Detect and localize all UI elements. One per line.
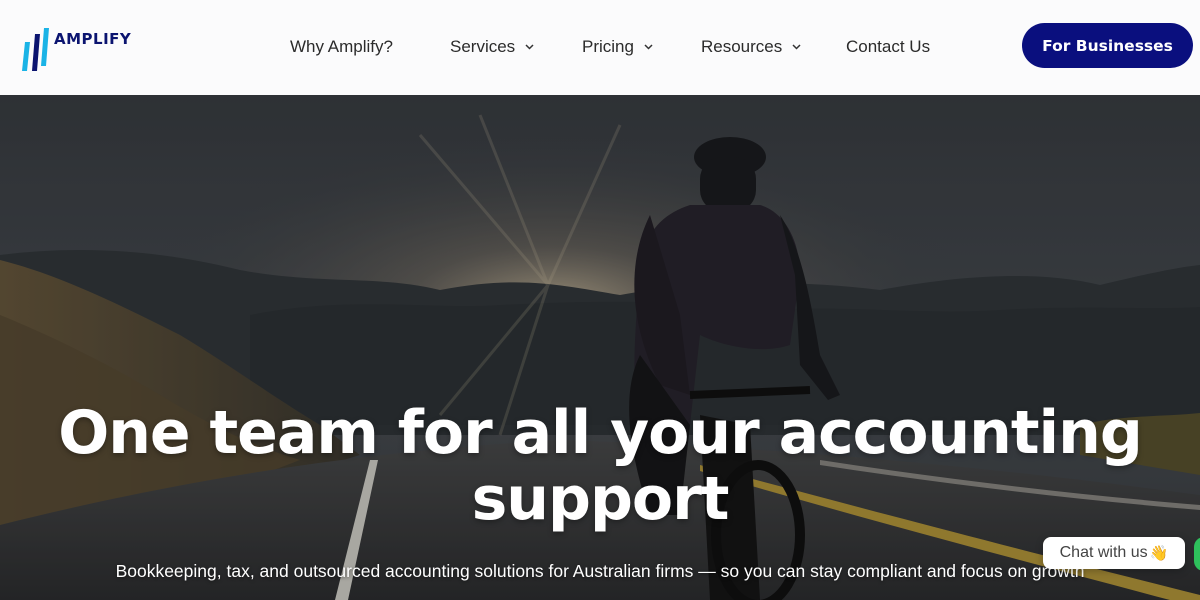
chat-launcher-icon[interactable] <box>1194 537 1200 571</box>
nav-why-amplify[interactable]: Why Amplify? <box>290 37 393 57</box>
waving-hand-icon: 👋 <box>1149 545 1169 562</box>
nav-resources[interactable]: Resources <box>701 37 801 57</box>
nav-label: Why Amplify? <box>290 37 393 56</box>
chevron-down-icon <box>525 44 534 50</box>
brand-name: AMPLIFY <box>54 30 132 48</box>
hero-subtitle: Bookkeeping, tax, and outsourced account… <box>115 561 1085 581</box>
nav-label: Services <box>450 37 516 56</box>
site-header: AMPLIFY Why Amplify? Services Pricing Re… <box>0 0 1200 95</box>
nav-services[interactable]: Services <box>450 37 534 57</box>
chat-widget-button[interactable]: Chat with us 👋 <box>1043 537 1185 569</box>
hero-section: One team for all your accounting support… <box>0 95 1200 600</box>
chat-label: Chat with us <box>1059 544 1148 561</box>
nav-pricing[interactable]: Pricing <box>582 37 653 57</box>
nav-contact-us[interactable]: Contact Us <box>846 37 930 57</box>
chevron-down-icon <box>792 44 801 50</box>
brand-logo[interactable]: AMPLIFY <box>22 28 131 72</box>
amplify-logo-icon <box>22 28 49 71</box>
nav-label: Contact Us <box>846 37 931 56</box>
nav-label: Pricing <box>582 37 634 56</box>
for-businesses-button[interactable]: For Businesses <box>1022 23 1193 68</box>
nav-label: Resources <box>701 37 783 56</box>
chevron-down-icon <box>644 44 653 50</box>
hero-title: One team for all your accounting support <box>58 398 1143 534</box>
